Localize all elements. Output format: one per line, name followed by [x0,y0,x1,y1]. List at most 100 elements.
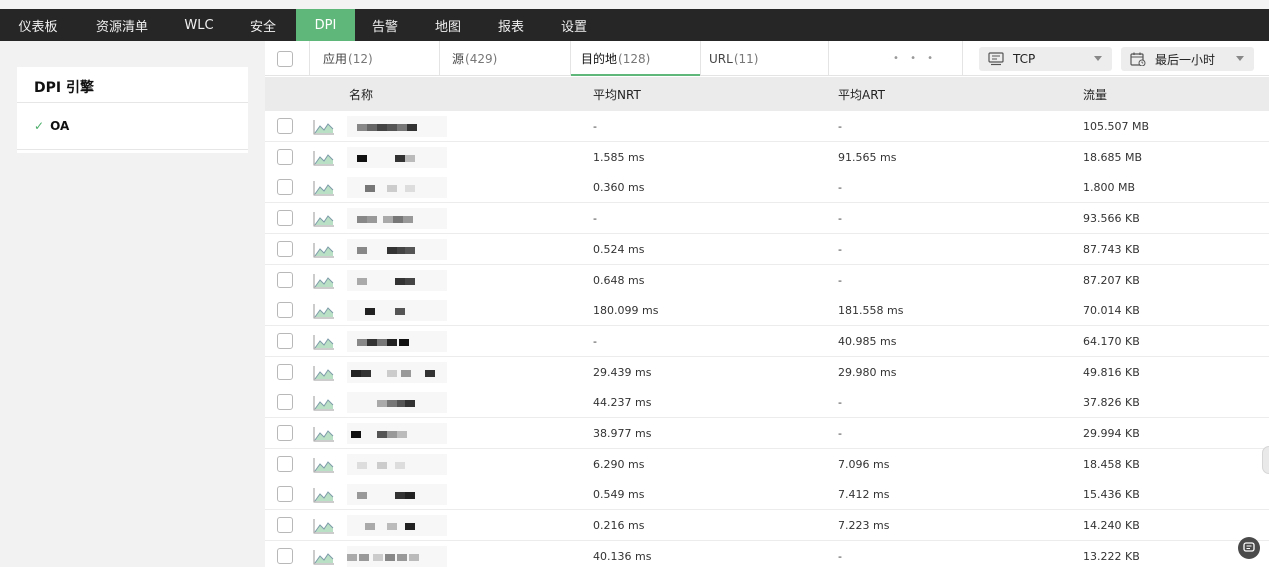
row-checkbox[interactable] [277,179,293,196]
redaction-block [387,246,397,254]
select-all-checkbox[interactable] [277,51,293,67]
graph-icon[interactable] [313,395,335,411]
redaction-block [387,400,397,408]
table-row[interactable]: 40.136 ms - 13.222 KB [265,540,1269,567]
graph-icon[interactable] [313,487,335,503]
graph-icon[interactable] [313,211,335,227]
table-row[interactable]: 44.237 ms - 37.826 KB [265,387,1269,419]
row-checkbox[interactable] [277,302,293,319]
nav-wlc[interactable]: WLC [168,9,230,41]
graph-icon[interactable] [313,273,335,289]
table-row[interactable]: 0.648 ms - 87.207 KB [265,264,1269,296]
protocol-select[interactable]: TCP [979,47,1112,71]
engine-item-oa[interactable]: ✓ OA [34,119,69,133]
row-checkbox[interactable] [277,332,293,349]
table-row[interactable]: - - 93.566 KB [265,203,1269,235]
more-tabs-button[interactable]: • • • [893,53,937,64]
row-checkbox[interactable] [277,486,293,503]
tab-bar: 应用 (12) 源 (429) 目的地 (128) URL (11) • • • TCP [265,41,1269,76]
time-range-select[interactable]: 最后一小时 [1121,47,1254,71]
table-row[interactable]: 0.216 ms 7.223 ms 14.240 KB [265,510,1269,542]
graph-icon[interactable] [313,426,335,442]
tab-label: 源 [452,52,465,66]
top-strip [0,0,1269,9]
nav-dpi[interactable]: DPI [296,9,355,41]
table-row[interactable]: - - 105.507 MB [265,111,1269,142]
graph-icon[interactable] [313,119,335,135]
row-checkbox[interactable] [277,363,293,380]
table-row[interactable]: 180.099 ms 181.558 ms 70.014 KB [265,295,1269,327]
table-row[interactable]: 1.585 ms 91.565 ms 18.685 MB [265,141,1269,173]
redaction-block [407,124,417,131]
redaction-block [377,400,387,408]
table-header: 名称 平均NRT 平均ART 流量 [265,77,1269,111]
row-checkbox[interactable] [277,210,293,227]
table-row[interactable]: 0.549 ms 7.412 ms 15.436 KB [265,479,1269,511]
graph-icon[interactable] [313,365,335,381]
redaction-block [395,308,405,316]
table-row[interactable]: 0.360 ms - 1.800 MB [265,172,1269,204]
redaction-block [387,338,397,346]
row-checkbox[interactable] [277,394,293,411]
column-header-traffic[interactable]: 流量 [1083,77,1107,111]
graph-icon[interactable] [313,518,335,534]
row-checkbox[interactable] [277,425,293,441]
row-checkbox[interactable] [277,240,293,257]
traffic-cell: 18.458 KB [1083,457,1140,471]
engine-item-label: OA [50,119,70,133]
row-checkbox[interactable] [277,271,293,288]
graph-icon[interactable] [313,549,335,565]
main-navbar: 仪表板 资源清单 WLC 安全 DPI 告警 地图 报表 设置 [0,9,1269,41]
table-row[interactable]: 38.977 ms - 29.994 KB [265,418,1269,449]
row-checkbox[interactable] [277,118,293,134]
redaction-block [399,338,409,346]
graph-icon[interactable] [313,150,335,166]
table-row[interactable]: 6.290 ms 7.096 ms 18.458 KB [265,448,1269,480]
chat-icon[interactable] [1238,537,1260,559]
name-cell-redacted [347,484,447,506]
tab-destinations[interactable]: 目的地 (128) [581,41,650,76]
row-checkbox[interactable] [277,148,293,165]
nav-alarms[interactable]: 告警 [355,9,415,41]
side-panel-handle[interactable] [1262,446,1269,474]
tab-count: (429) [465,51,498,66]
row-checkbox[interactable] [277,517,293,534]
column-header-avg-nrt[interactable]: 平均NRT [593,77,641,111]
row-checkbox[interactable] [277,455,293,472]
graph-icon[interactable] [313,334,335,350]
avg-art-cell: - [838,427,842,440]
tab-applications[interactable]: 应用 (12) [323,41,373,76]
redaction-block [357,338,367,346]
redaction-block [383,216,393,224]
nav-settings[interactable]: 设置 [541,9,607,41]
name-cell-redacted [347,208,447,230]
redaction-block [357,216,367,224]
row-checkbox[interactable] [277,547,293,564]
nav-maps[interactable]: 地图 [415,9,481,41]
nav-reports[interactable]: 报表 [481,9,541,41]
graph-icon[interactable] [313,242,335,258]
redaction-block [397,124,407,131]
redaction-block [359,553,369,561]
dpi-engine-panel: DPI 引擎 ✓ OA [17,67,248,153]
divider [700,41,701,76]
nav-inventory[interactable]: 资源清单 [76,9,168,41]
table-row[interactable]: 29.439 ms 29.980 ms 49.816 KB [265,356,1269,388]
name-cell-redacted [347,269,447,291]
redaction-block [405,154,415,162]
nav-security[interactable]: 安全 [230,9,296,41]
column-header-name[interactable]: 名称 [349,77,373,111]
table-row[interactable]: - 40.985 ms 64.170 KB [265,325,1269,357]
tab-sources[interactable]: 源 (429) [452,41,497,76]
column-header-avg-art[interactable]: 平均ART [838,77,885,111]
name-cell-redacted [347,515,447,537]
table-row[interactable]: 0.524 ms - 87.743 KB [265,233,1269,265]
graph-icon[interactable] [313,303,335,319]
tab-urls[interactable]: URL (11) [709,41,758,76]
nav-dashboard[interactable]: 仪表板 [0,9,76,41]
redaction-block [397,553,407,561]
avg-nrt-cell: 0.216 ms [593,519,645,533]
graph-icon[interactable] [313,180,335,196]
graph-icon[interactable] [313,457,335,473]
name-cell-redacted [347,238,447,260]
